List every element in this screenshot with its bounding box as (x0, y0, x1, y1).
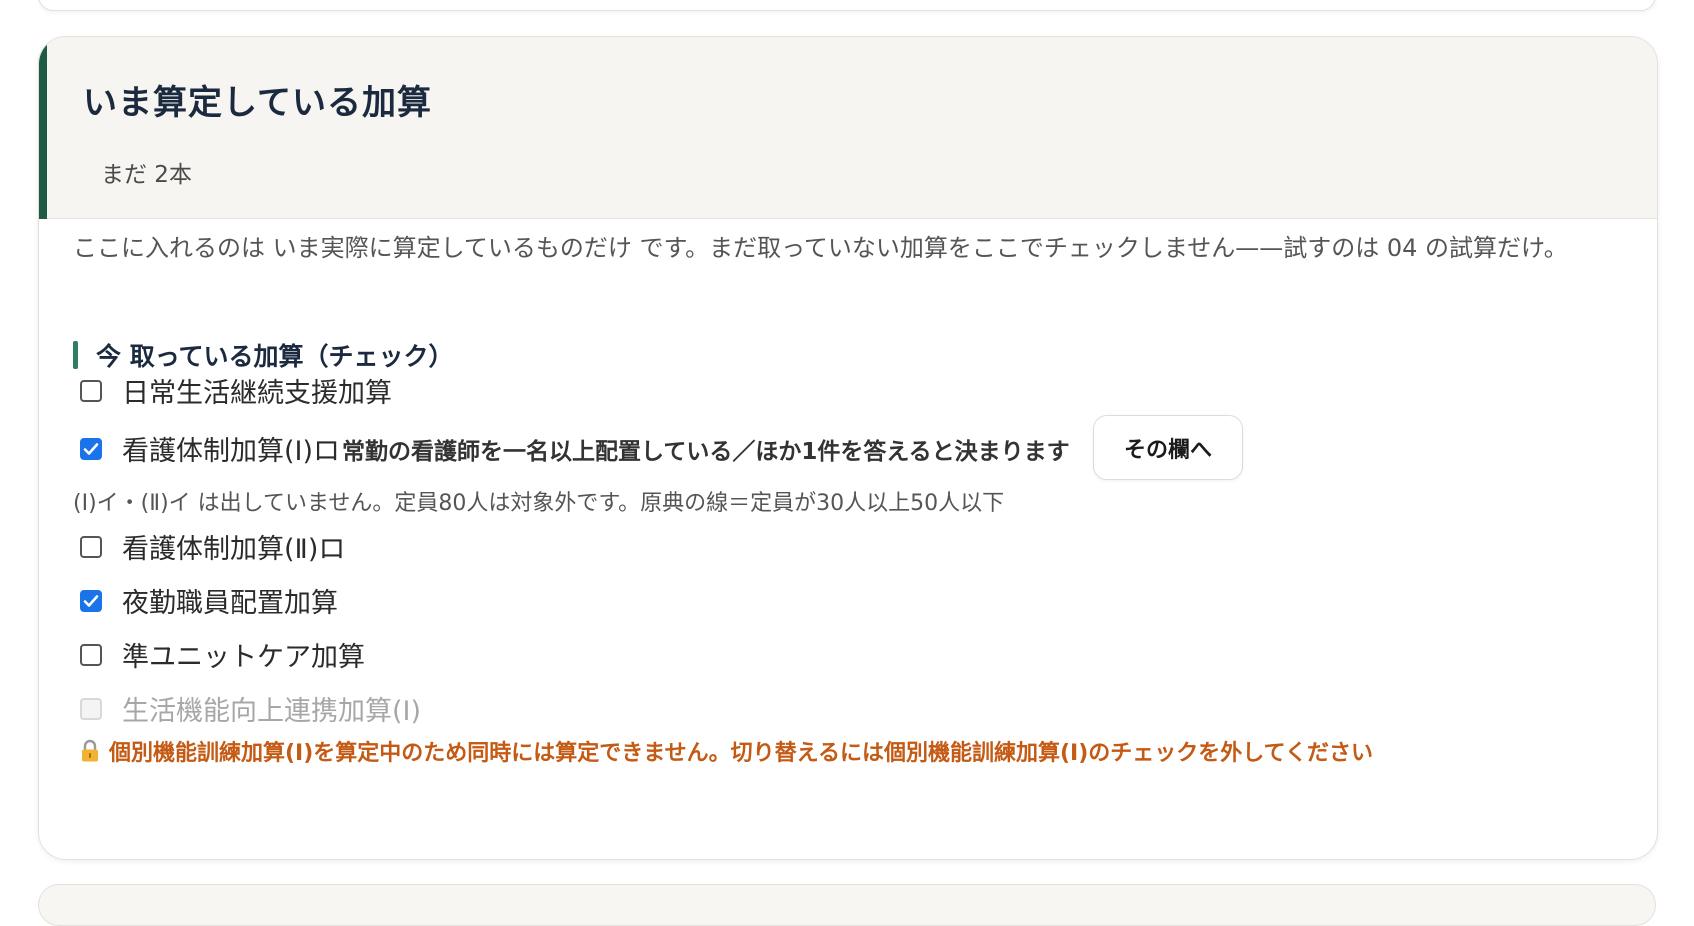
option-label: 日常生活継続支援加算 (122, 378, 392, 409)
lock-warning: 個別機能訓練加算(Ⅰ)を算定中のため同時には算定できません。切り替えるには個別機… (79, 735, 1373, 767)
check-icon (83, 442, 99, 455)
option-label: 生活機能向上連携加算(Ⅰ) (122, 696, 422, 727)
checkbox[interactable] (80, 379, 102, 402)
option-daily-life-support[interactable]: 日常生活継続支援加算 (80, 371, 392, 410)
current-addons-card: いま算定している加算 まだ 2本 ここに入れるのは いま実際に算定しているものだ… (38, 36, 1658, 860)
card-title: いま算定している加算 (83, 83, 432, 123)
lock-icon (82, 739, 98, 762)
next-card (38, 884, 1656, 926)
option-label: 夜勤職員配置加算 (122, 588, 338, 619)
option-semi-unit-care[interactable]: 準ユニットケア加算 (80, 635, 365, 674)
checkbox-checked[interactable] (80, 589, 102, 612)
card-accent-bar (39, 37, 47, 219)
previous-card (38, 0, 1656, 11)
option-label: 準ユニットケア加算 (122, 642, 365, 673)
card-subtitle: まだ 2本 (101, 162, 192, 188)
section-heading: 今 取っている加算（チェック） (73, 340, 454, 371)
checkbox[interactable] (80, 643, 102, 666)
section-label: 今 取っている加算（チェック） (96, 342, 454, 371)
section-marker (73, 341, 78, 369)
option-label: 看護体制加算(Ⅱ)ロ (122, 534, 346, 565)
card-header (39, 37, 1657, 219)
option-life-function-cooperation: 生活機能向上連携加算(Ⅰ) (80, 689, 421, 728)
goto-field-button[interactable]: その欄へ (1093, 415, 1243, 480)
option-nursing-system-1ro[interactable]: 看護体制加算(Ⅰ)ロ 常勤の看護師を一名以上配置している／ほか1件を答えると決ま… (80, 429, 1070, 468)
option-night-staff[interactable]: 夜勤職員配置加算 (80, 581, 338, 620)
checkbox-checked[interactable] (80, 437, 102, 460)
intro-text: ここに入れるのは いま実際に算定しているものだけ です。まだ取っていない加算をこ… (73, 234, 1568, 262)
check-icon (83, 594, 99, 607)
lock-warning-text: 個別機能訓練加算(Ⅰ)を算定中のため同時には算定できません。切り替えるには個別機… (109, 741, 1373, 766)
option-nursing-system-2ro[interactable]: 看護体制加算(Ⅱ)ロ (80, 527, 345, 566)
option-note: (Ⅰ)イ・(Ⅱ)イ は出していません。定員80人は対象外です。原典の線＝定員が3… (73, 491, 1005, 516)
checkbox-disabled (80, 697, 102, 720)
option-label: 看護体制加算(Ⅰ)ロ (122, 436, 341, 467)
checkbox[interactable] (80, 535, 102, 558)
option-hint: 常勤の看護師を一名以上配置している／ほか1件を答えると決まります (342, 438, 1070, 465)
